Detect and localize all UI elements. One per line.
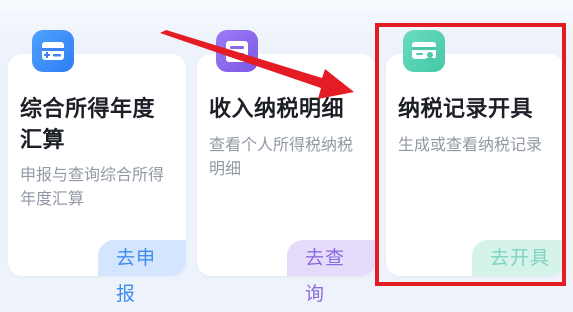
pointer-arrow-icon — [160, 30, 354, 99]
